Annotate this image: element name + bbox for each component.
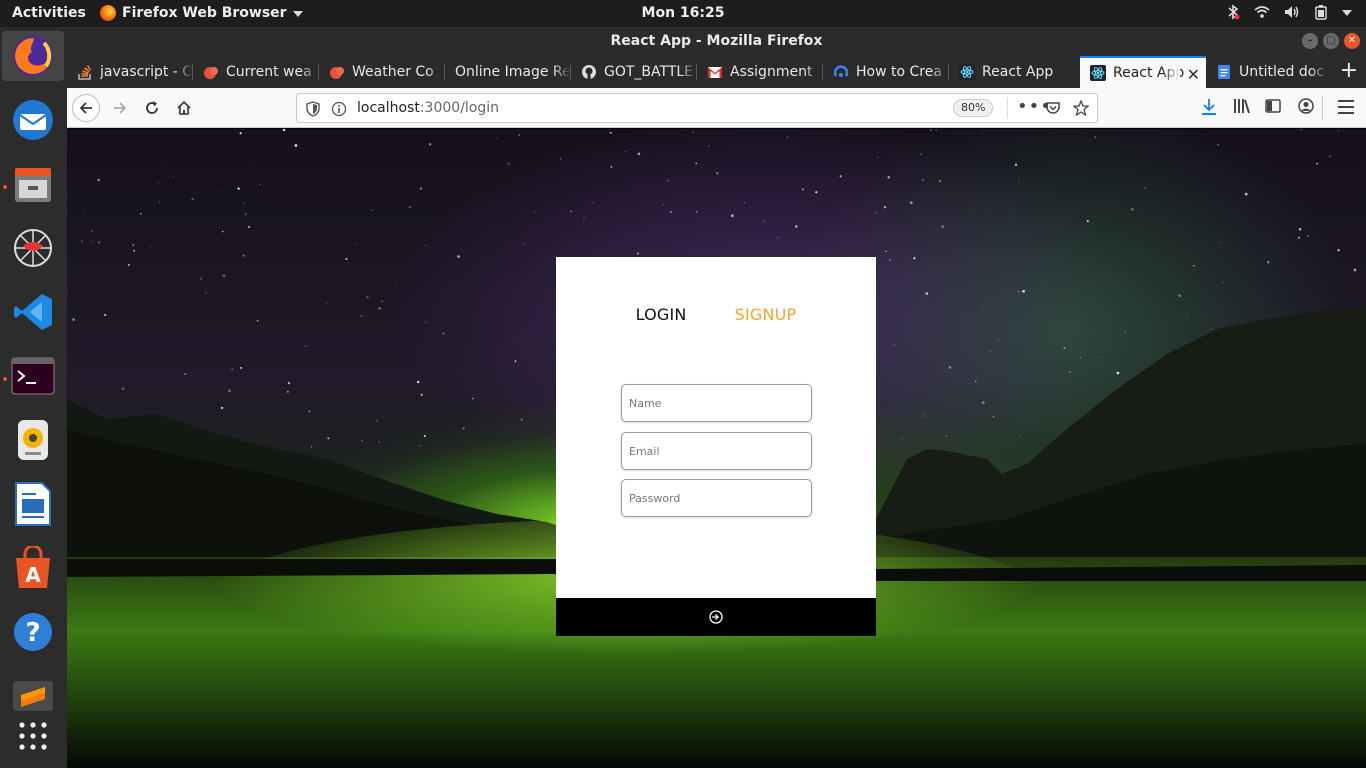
- sidebar-icon[interactable]: [1265, 98, 1281, 114]
- close-window-button[interactable]: ✕: [1344, 33, 1360, 49]
- minimize-button[interactable]: –: [1302, 33, 1318, 49]
- libreoffice-writer-icon: [15, 482, 51, 526]
- toolbar-divider: [1322, 96, 1323, 120]
- firefox-window: React App - Mozilla Firefox – □ ✕ javasc…: [67, 27, 1366, 768]
- nav-bar: localhost:3000/login 80% •••: [67, 88, 1366, 128]
- zap-icon: [14, 229, 52, 267]
- home-button[interactable]: [170, 94, 198, 122]
- pocket-icon[interactable]: [1045, 100, 1061, 116]
- dock: A ?: [0, 27, 67, 768]
- window-titlebar[interactable]: React App - Mozilla Firefox – □ ✕: [67, 27, 1366, 56]
- dock-firefox[interactable]: [2, 31, 64, 81]
- dock-zap[interactable]: [8, 223, 58, 273]
- clock[interactable]: Mon 16:25: [0, 5, 1366, 21]
- tab-weather-conditions[interactable]: Weather Co: [319, 56, 445, 88]
- battery-icon[interactable]: [1314, 4, 1328, 20]
- tab-react-app[interactable]: React App: [949, 56, 1075, 88]
- wifi-icon[interactable]: [1254, 5, 1270, 19]
- tab-online-image[interactable]: Online Image Re: [445, 56, 571, 88]
- bluetooth-icon[interactable]: [1226, 4, 1240, 20]
- generic-icon: [833, 65, 849, 77]
- back-arrow-icon: [79, 102, 92, 114]
- terminal-icon: [11, 357, 55, 395]
- dock-help[interactable]: ?: [8, 607, 58, 657]
- rhythmbox-icon: [18, 420, 48, 460]
- vscode-icon: [14, 294, 52, 330]
- tab-javascript[interactable]: javascript - C: [67, 56, 193, 88]
- weather-icon: [330, 67, 344, 79]
- email-input[interactable]: [621, 432, 812, 470]
- dock-vscode[interactable]: [8, 287, 58, 337]
- github-icon: [582, 65, 596, 79]
- page-viewport: LOGIN SIGNUP: [67, 129, 1366, 768]
- dock-libreoffice-writer[interactable]: [8, 479, 58, 529]
- tab-assignment[interactable]: Assignment: [697, 56, 823, 88]
- show-apps-icon: [19, 722, 47, 750]
- help-icon: ?: [14, 613, 52, 651]
- dock-rhythmbox[interactable]: [8, 415, 58, 465]
- sublime-icon: [13, 681, 53, 711]
- docs-icon: [1218, 65, 1230, 79]
- window-title: React App - Mozilla Firefox: [610, 33, 823, 49]
- bookmark-star-icon[interactable]: [1073, 100, 1089, 116]
- zoom-indicator[interactable]: 80%: [953, 99, 994, 117]
- signup-tab[interactable]: SIGNUP: [735, 305, 797, 324]
- login-tab[interactable]: LOGIN: [636, 305, 687, 324]
- new-tab-button[interactable]: +: [1340, 60, 1358, 82]
- url-bar[interactable]: localhost:3000/login 80% •••: [296, 93, 1098, 123]
- shield-icon[interactable]: [306, 101, 320, 117]
- name-input[interactable]: [621, 384, 812, 422]
- download-icon[interactable]: [1201, 98, 1217, 116]
- tab-got-battle[interactable]: GOT_BATTLE: [571, 56, 697, 88]
- running-indicator: [3, 377, 7, 381]
- gmail-icon: [708, 67, 722, 78]
- dock-show-apps[interactable]: [8, 711, 58, 761]
- back-button[interactable]: [72, 94, 100, 122]
- submit-button[interactable]: [556, 598, 876, 636]
- forward-arrow-icon: [114, 102, 127, 114]
- software-center-icon: A: [16, 546, 50, 588]
- tab-how-to-create[interactable]: How to Crea: [823, 56, 949, 88]
- close-tab-icon[interactable]: ✕: [1187, 65, 1200, 84]
- stackoverflow-icon: [78, 65, 92, 80]
- volume-icon[interactable]: [1284, 5, 1300, 19]
- login-card: LOGIN SIGNUP: [556, 257, 876, 636]
- system-menu-caret-icon[interactable]: [1342, 10, 1352, 16]
- auth-tabs: LOGIN SIGNUP: [556, 305, 876, 324]
- tab-react-app-active[interactable]: React App ✕: [1080, 56, 1206, 88]
- running-indicator: [3, 185, 7, 189]
- svg-text:?: ?: [25, 618, 40, 648]
- url-text[interactable]: localhost:3000/login: [357, 100, 499, 116]
- react-icon: [959, 64, 975, 80]
- reload-icon: [146, 101, 158, 114]
- thunderbird-icon: [13, 100, 53, 140]
- dock-software-center[interactable]: A: [8, 543, 58, 593]
- react-icon: [1090, 65, 1106, 81]
- home-icon: [177, 100, 191, 115]
- hamburger-menu-icon[interactable]: [1338, 100, 1354, 114]
- dock-terminal[interactable]: [8, 351, 58, 401]
- password-input[interactable]: [621, 479, 812, 517]
- reload-button[interactable]: [138, 94, 166, 122]
- gnome-top-bar: Activities Firefox Web Browser Mon 16:25: [0, 0, 1366, 27]
- firefox-icon: [13, 36, 53, 76]
- url-divider: [1007, 98, 1008, 118]
- account-icon[interactable]: [1298, 98, 1314, 114]
- sign-in-icon: [709, 610, 723, 624]
- library-icon[interactable]: [1233, 98, 1251, 114]
- dock-files[interactable]: [8, 159, 58, 209]
- info-icon[interactable]: [331, 101, 347, 117]
- files-icon: [15, 168, 51, 202]
- tab-bar: javascript - C Current wea Weather Co On…: [67, 56, 1366, 88]
- forward-button[interactable]: [106, 94, 134, 122]
- dock-thunderbird[interactable]: [8, 95, 58, 145]
- tab-untitled-doc[interactable]: Untitled doc: [1206, 56, 1328, 88]
- svg-text:A: A: [25, 563, 41, 587]
- weather-icon: [204, 67, 218, 79]
- system-tray[interactable]: [1226, 4, 1352, 20]
- tab-current-weather[interactable]: Current wea: [193, 56, 319, 88]
- maximize-button[interactable]: □: [1323, 33, 1339, 49]
